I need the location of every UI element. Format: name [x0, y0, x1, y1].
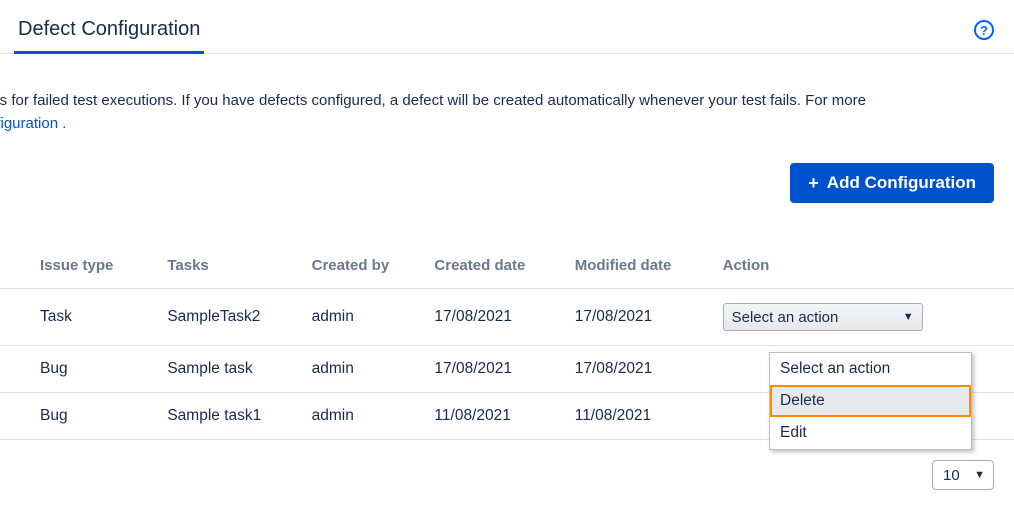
help-icon[interactable]: ?: [974, 20, 994, 40]
cell-created-date: 11/08/2021: [426, 393, 566, 440]
chevron-down-icon: ▼: [903, 311, 914, 323]
cell-modified-date: 17/08/2021: [567, 346, 715, 393]
action-dropdown: Select an action Delete Edit: [769, 352, 972, 450]
action-select[interactable]: Select an action ▼: [723, 303, 923, 331]
cell-created-date: 17/08/2021: [426, 346, 566, 393]
col-created-by: Created by: [304, 247, 427, 289]
col-action: Action: [715, 247, 1014, 289]
cell-created-date: 17/08/2021: [426, 289, 566, 346]
cell-tasks: Sample task1: [159, 393, 303, 440]
cell-tasks: SampleTask2: [159, 289, 303, 346]
cell-created-by: admin: [304, 346, 427, 393]
cell-created-by: admin: [304, 289, 427, 346]
table-header-row: Issue type Tasks Created by Created date…: [0, 247, 1014, 289]
page-size-value: 10: [943, 467, 960, 484]
table-row: Task SampleTask2 admin 17/08/2021 17/08/…: [0, 289, 1014, 346]
col-tasks: Tasks: [159, 247, 303, 289]
cell-tasks: Sample task: [159, 346, 303, 393]
cell-action: Select an action ▼: [715, 289, 1014, 346]
col-created-date: Created date: [426, 247, 566, 289]
cell-issue-type: Bug: [0, 393, 159, 440]
add-configuration-label: Add Configuration: [827, 173, 976, 193]
cell-issue-type: Bug: [0, 346, 159, 393]
configuration-link-fragment[interactable]: nfiguration .: [0, 115, 66, 132]
col-issue-type: Issue type: [0, 247, 159, 289]
cell-modified-date: 17/08/2021: [567, 289, 715, 346]
description-text-fragment: cts for failed test executions. If you h…: [0, 90, 994, 113]
chevron-down-icon: ▼: [974, 469, 985, 481]
cell-issue-type: Task: [0, 289, 159, 346]
tab-defect-configuration[interactable]: Defect Configuration: [14, 18, 204, 54]
page-size-select[interactable]: 10 ▼: [932, 460, 994, 490]
action-option-edit[interactable]: Edit: [770, 417, 971, 449]
action-option-placeholder[interactable]: Select an action: [770, 353, 971, 385]
plus-icon: +: [808, 174, 819, 192]
action-option-delete[interactable]: Delete: [770, 385, 971, 417]
col-modified-date: Modified date: [567, 247, 715, 289]
action-select-value: Select an action: [732, 309, 839, 326]
add-configuration-button[interactable]: + Add Configuration: [790, 163, 994, 203]
cell-modified-date: 11/08/2021: [567, 393, 715, 440]
cell-created-by: admin: [304, 393, 427, 440]
toolbar: + Add Configuration: [0, 135, 1014, 203]
description-block: cts for failed test executions. If you h…: [0, 54, 1014, 135]
page-header: Defect Configuration ?: [0, 0, 1014, 54]
